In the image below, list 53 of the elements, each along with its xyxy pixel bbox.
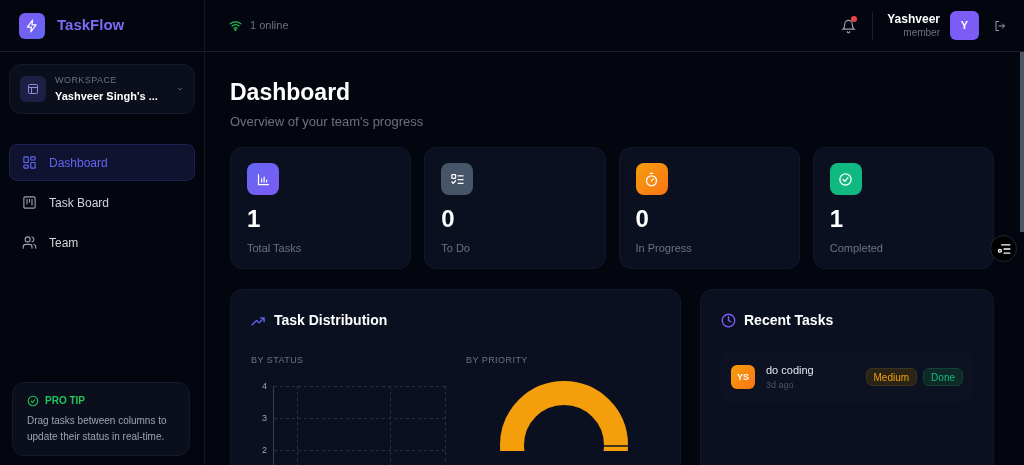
online-status: 1 online: [250, 18, 289, 34]
scrollbar[interactable]: [1020, 52, 1024, 232]
stat-label: In Progress: [635, 241, 693, 257]
page-title: Dashboard: [230, 78, 352, 107]
axis-tick-label: 3: [262, 412, 267, 426]
check-circle-icon: [27, 394, 39, 407]
card-title: Task Distribution: [274, 311, 388, 331]
board-icon: [22, 195, 37, 210]
stat-label: Total Tasks: [247, 241, 303, 257]
stat-value: 0: [635, 207, 650, 232]
axis-tick-label: 4: [262, 380, 267, 394]
bar-chart-icon: [247, 163, 279, 196]
page-subtitle: Overview of your team's progress: [230, 112, 425, 131]
nav-item[interactable]: Team: [9, 224, 195, 261]
task-time: 3d ago: [766, 378, 795, 392]
workspace-selector[interactable]: WORKSPACE Yashveer Singh's ...: [9, 64, 195, 114]
axis-tick-label: 2: [262, 444, 267, 458]
filter-icon: [996, 242, 1011, 255]
stat-label: Completed: [829, 241, 884, 257]
wifi-icon: [229, 20, 242, 31]
filter-button[interactable]: [990, 235, 1017, 262]
workspace-label: WORKSPACE: [55, 74, 118, 87]
people-icon: [22, 235, 37, 250]
timer-icon: [635, 163, 668, 196]
section-label: BY PRIORITY: [466, 355, 528, 366]
user-avatar[interactable]: Y: [950, 11, 979, 40]
stat-value: 1: [829, 207, 845, 232]
stat-value: 0: [441, 207, 456, 232]
workspace-icon: [20, 76, 46, 102]
stat-value: 1: [247, 207, 262, 232]
section-label: BY STATUS: [251, 355, 304, 366]
logo-icon: [19, 12, 45, 39]
checklist-icon: [441, 163, 474, 196]
task-title: do coding: [766, 363, 815, 379]
pro-tip-title: PRO TIP: [45, 394, 85, 408]
pro-tip-text: Drag tasks between columns to update their status in real-time.: [27, 414, 168, 444]
nav-item[interactable]: Dashboard: [9, 144, 195, 181]
logout-icon[interactable]: [994, 19, 1006, 32]
task-avatar: YS: [731, 365, 755, 390]
user-name: Yashveer: [887, 11, 940, 27]
nav-item[interactable]: Task Board: [9, 184, 195, 221]
user-role: member: [903, 26, 940, 40]
clock-icon: [721, 313, 736, 329]
app-name: TaskFlow: [57, 15, 125, 36]
chevron-down-icon: [176, 85, 184, 93]
card-title: Recent Tasks: [744, 311, 834, 331]
status-tag: Done: [923, 368, 963, 387]
priority-tag: Medium: [865, 368, 918, 387]
notifications-button[interactable]: [838, 15, 859, 36]
stat-label: To Do: [441, 241, 471, 257]
workspace-name: Yashveer Singh's ...: [55, 88, 159, 104]
trending-up-icon: [251, 315, 266, 326]
dashboard-icon: [22, 155, 37, 170]
